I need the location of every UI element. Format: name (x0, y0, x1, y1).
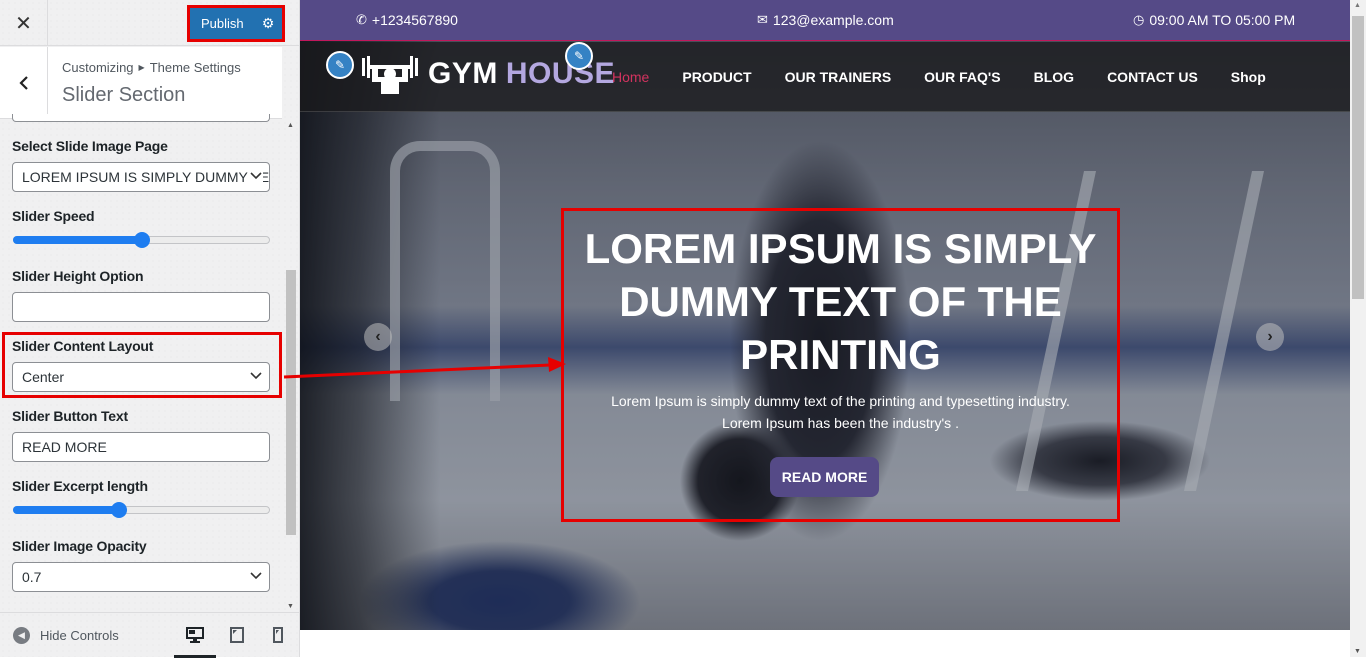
slide-excerpt-line: Lorem Ipsum has been the industry's . (722, 415, 959, 431)
topbar-phone: ✆ +1234567890 (356, 12, 458, 28)
desktop-icon (186, 627, 204, 643)
chevron-down-icon (249, 569, 263, 583)
topbar-hours: ◷ 09:00 AM TO 05:00 PM (1133, 12, 1295, 28)
slider-content-layout-select[interactable]: Center (12, 362, 270, 392)
envelope-icon: ✉ (757, 12, 768, 27)
slider-image-opacity-select[interactable]: 0.7 (12, 562, 270, 592)
slider-image-opacity-label: Slider Image Opacity (12, 538, 147, 554)
nav-item-home[interactable]: Home (612, 69, 649, 85)
sidebar-scrollbar-thumb[interactable] (286, 270, 296, 535)
slide-excerpt-line: Lorem Ipsum is simply dummy text of the … (611, 393, 1070, 409)
nav-item-product[interactable]: PRODUCT (682, 69, 751, 85)
slide-read-more-button[interactable]: READ MORE (770, 457, 879, 497)
customizer-sidebar: ✕ Publish ⚙ Customizing ▶ Theme Settings S… (0, 0, 300, 658)
close-customizer-button[interactable]: ✕ (0, 0, 48, 46)
hours-text: 09:00 AM TO 05:00 PM (1149, 12, 1296, 28)
breadcrumb: Customizing ▶ Theme Settings (62, 60, 241, 75)
collapse-arrow-icon: ◀ (13, 627, 30, 644)
main-navigation: Home PRODUCT OUR TRAINERS OUR FAQ'S BLOG… (612, 69, 1299, 85)
slide-image-page-label: Select Slide Image Page (12, 138, 168, 154)
slider-button-text-input[interactable]: READ MORE (12, 432, 270, 462)
tablet-icon (230, 627, 244, 643)
phone-icon: ✆ (356, 12, 367, 27)
preview-tablet-button[interactable] (225, 625, 249, 645)
publish-button-group: Publish ⚙ (187, 5, 285, 42)
nav-item-our-faqs[interactable]: OUR FAQ'S (924, 69, 1000, 85)
edit-title-pencil-icon[interactable]: ✎ (565, 42, 593, 70)
preview-scrollbar[interactable]: ▲ ▼ (1350, 0, 1366, 657)
slider-content-layout-value: Center (22, 369, 65, 385)
slide-title: LOREM IPSUM IS SIMPLY DUMMY TEXT OF THE … (584, 225, 1097, 378)
publish-button[interactable]: Publish (190, 16, 254, 31)
previous-field-edge (12, 114, 270, 122)
site-preview: ✆ +1234567890 ✉ 123@example.com ◷ 09:00 … (300, 0, 1366, 657)
site-topbar: ✆ +1234567890 ✉ 123@example.com ◷ 09:00 … (300, 0, 1350, 41)
scroll-up-arrow-icon[interactable]: ▲ (1354, 2, 1361, 9)
slider-speed-label: Slider Speed (12, 208, 95, 224)
slide-image-page-value: LOREM IPSUM IS SIMPLY DUMMY TEXT (22, 169, 270, 185)
edit-logo-pencil-icon[interactable]: ✎ (326, 51, 354, 79)
slider-button-text-label: Slider Button Text (12, 408, 128, 424)
nav-item-our-trainers[interactable]: OUR TRAINERS (785, 69, 892, 85)
section-header: Customizing ▶ Theme Settings Slider Sectio… (0, 47, 282, 119)
hide-controls-label: Hide Controls (40, 628, 119, 643)
hide-controls-button[interactable]: ◀ Hide Controls (13, 627, 119, 644)
slider-excerpt-length-range[interactable] (13, 502, 270, 518)
publish-settings-gear-icon[interactable]: ⚙ (254, 8, 282, 39)
chevron-right-icon: › (1267, 328, 1273, 345)
topbar-email: ✉ 123@example.com (757, 12, 894, 28)
scroll-up-arrow-icon[interactable]: ▲ (287, 122, 294, 129)
clock-icon: ◷ (1133, 12, 1145, 27)
slider-excerpt-length-thumb[interactable] (110, 502, 127, 518)
scroll-down-arrow-icon[interactable]: ▼ (287, 603, 294, 610)
chevron-left-icon (18, 76, 28, 90)
logo-word-gym: GYM (428, 57, 498, 90)
mobile-icon (273, 627, 283, 643)
customizer-footer: ◀ Hide Controls (0, 612, 300, 658)
nav-item-blog[interactable]: BLOG (1034, 69, 1074, 85)
slider-speed-fill (13, 236, 141, 244)
barbell-lifter-logo-icon (362, 56, 418, 94)
section-title: Slider Section (62, 84, 186, 106)
chevron-down-icon (249, 369, 263, 383)
site-navbar: GYM HOUSE ✎ ✎ Home PRODUCT OUR TRAINERS … (300, 42, 1350, 112)
slider-prev-button[interactable]: ‹ (364, 323, 392, 351)
slider-content-layout-label: Slider Content Layout (12, 338, 154, 354)
slider-excerpt-length-fill (13, 506, 118, 514)
phone-text: +1234567890 (371, 12, 458, 28)
slider-height-input[interactable] (12, 292, 270, 322)
sidebar-scrollbar[interactable]: ▲ ▼ (285, 122, 297, 610)
breadcrumb-item: Customizing (62, 60, 134, 75)
slider-excerpt-length-label: Slider Excerpt length (12, 478, 148, 494)
slider-next-button[interactable]: › (1256, 323, 1284, 351)
chevron-down-icon (249, 169, 263, 183)
slider-image-opacity-value: 0.7 (22, 569, 42, 585)
breadcrumb-item: Theme Settings (149, 60, 241, 75)
slide-image-page-select[interactable]: LOREM IPSUM IS SIMPLY DUMMY TEXT (12, 162, 270, 192)
email-text: 123@example.com (772, 12, 894, 28)
chevron-left-icon: ‹ (375, 328, 381, 345)
slider-height-label: Slider Height Option (12, 268, 144, 284)
breadcrumb-separator-icon: ▶ (138, 63, 145, 72)
nav-item-shop[interactable]: Shop (1231, 69, 1266, 85)
customizer-header-bar: ✕ Publish ⚙ (0, 0, 300, 46)
back-button[interactable] (0, 47, 48, 119)
close-icon: ✕ (15, 12, 32, 35)
slider-speed-range[interactable] (13, 232, 270, 248)
slide-excerpt: Lorem Ipsum is simply dummy text of the … (564, 390, 1117, 434)
slider-speed-thumb[interactable] (133, 232, 150, 248)
preview-scrollbar-thumb[interactable] (1352, 16, 1364, 299)
logo-word-house: HOUSE (505, 57, 616, 90)
nav-item-contact-us[interactable]: CONTACT US (1107, 69, 1198, 85)
preview-mobile-button[interactable] (266, 625, 290, 645)
preview-desktop-button[interactable] (183, 625, 207, 645)
scroll-down-arrow-icon[interactable]: ▼ (1354, 648, 1361, 655)
